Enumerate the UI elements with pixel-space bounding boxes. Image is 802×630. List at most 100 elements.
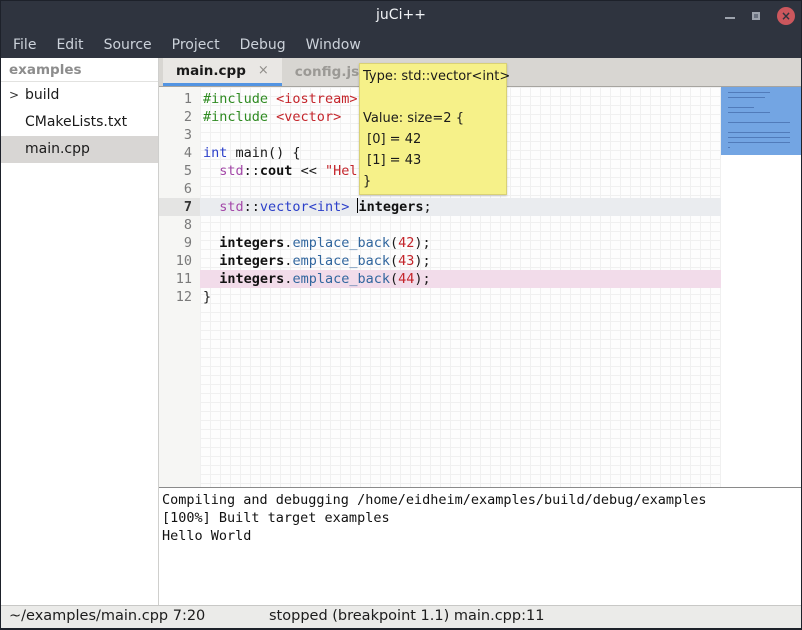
code-token: <<: [292, 163, 325, 179]
line-number[interactable]: 8: [159, 216, 200, 234]
chevron-right-icon[interactable]: >: [9, 82, 19, 109]
status-debug-state: stopped (breakpoint 1.1) main.cpp:11: [269, 608, 544, 624]
tab-main-cpp[interactable]: main.cpp ×: [163, 58, 282, 86]
code-line[interactable]: 11 integers.emplace_back(44);: [159, 270, 721, 288]
code-text: integers.emplace_back(43);: [200, 252, 721, 270]
minimap-code-line: [728, 142, 790, 143]
app-window: juCi++ × FileEditSourceProjectDebugWindo…: [0, 0, 802, 630]
menu-item-project[interactable]: Project: [162, 33, 230, 57]
close-tab-icon[interactable]: ×: [258, 63, 269, 78]
code-line[interactable]: 8: [159, 216, 721, 234]
line-number[interactable]: 2: [159, 108, 200, 126]
menu-item-file[interactable]: File: [3, 33, 46, 57]
sidebar-item-build[interactable]: >build: [1, 82, 158, 109]
code-token: [203, 271, 219, 287]
code-token: integers: [358, 199, 423, 215]
tooltip-line: [363, 87, 503, 108]
file-tree-sidebar: examples >buildCMakeLists.txtmain.cpp: [1, 58, 159, 605]
file-tree: >buildCMakeLists.txtmain.cpp: [1, 82, 158, 163]
code-token: <vector>: [276, 109, 341, 125]
code-token: );: [414, 235, 430, 251]
code-token: int: [203, 145, 227, 161]
code-token: 43: [398, 253, 414, 269]
line-number[interactable]: 12: [159, 288, 200, 306]
line-number[interactable]: 1: [159, 90, 200, 108]
code-line[interactable]: 7 std::vector<int> integers;: [159, 198, 721, 216]
code-token: 42: [398, 235, 414, 251]
code-token: [203, 235, 219, 251]
line-number[interactable]: 5: [159, 162, 200, 180]
code-text: [200, 216, 721, 234]
code-token: vector<int>: [260, 199, 349, 215]
code-token: [203, 163, 219, 179]
tooltip-line: Type: std::vector<int>: [363, 66, 503, 87]
code-token: ;: [424, 199, 432, 215]
code-line[interactable]: 12}: [159, 288, 721, 306]
tooltip-line: [0] = 42: [363, 129, 503, 150]
overview-map-slider[interactable]: [721, 87, 801, 155]
code-token: [268, 91, 276, 107]
sidebar-item-main-cpp[interactable]: main.cpp: [1, 136, 158, 163]
code-token: cout: [260, 163, 293, 179]
code-token: ::: [244, 199, 260, 215]
code-token: emplace_back: [292, 235, 390, 251]
code-token: emplace_back: [292, 271, 390, 287]
restore-icon[interactable]: [752, 12, 760, 20]
code-token: (: [390, 271, 398, 287]
sidebar-item-cmakelists-txt[interactable]: CMakeLists.txt: [1, 109, 158, 136]
overview-map[interactable]: [721, 87, 801, 487]
code-line[interactable]: 9 integers.emplace_back(42);: [159, 234, 721, 252]
line-number[interactable]: 10: [159, 252, 200, 270]
minimap-code-line: [728, 112, 770, 113]
code-token: ::: [244, 163, 260, 179]
minimap-code-line: [728, 107, 754, 108]
code-token: (: [390, 235, 398, 251]
menu-bar: FileEditSourceProjectDebugWindow: [1, 31, 801, 58]
minimap-code-line: [728, 92, 770, 93]
output-line: Hello World: [162, 527, 801, 545]
line-number[interactable]: 7: [159, 198, 200, 216]
debug-value-tooltip: Type: std::vector<int>Value: size=2 { [0…: [359, 63, 507, 195]
code-token: #include: [203, 91, 268, 107]
output-line: [100%] Built target examples: [162, 509, 801, 527]
code-token: [203, 199, 219, 215]
code-token: std: [219, 163, 243, 179]
menu-item-edit[interactable]: Edit: [46, 33, 93, 57]
line-number[interactable]: 11: [159, 270, 200, 288]
menu-item-source[interactable]: Source: [94, 33, 162, 57]
close-icon[interactable]: ×: [777, 7, 795, 25]
code-token: 44: [398, 271, 414, 287]
tooltip-line: [1] = 43: [363, 150, 503, 171]
line-number[interactable]: 6: [159, 180, 200, 198]
code-text: }: [200, 288, 721, 306]
code-token: integers: [219, 271, 284, 287]
tab-label: main.cpp: [176, 63, 246, 79]
code-text: std::vector<int> integers;: [200, 198, 721, 216]
minimap-code-line: [728, 147, 730, 148]
code-token: (: [390, 253, 398, 269]
code-token: main() {: [227, 145, 300, 161]
minimize-icon[interactable]: [725, 17, 735, 19]
code-text: integers.emplace_back(42);: [200, 234, 721, 252]
line-number[interactable]: 4: [159, 144, 200, 162]
code-token: [268, 109, 276, 125]
code-token: );: [414, 271, 430, 287]
tooltip-line: Value: size=2 {: [363, 108, 503, 129]
status-file-position: ~/examples/main.cpp 7:20: [9, 608, 205, 624]
code-token: "Hel: [325, 163, 358, 179]
window-controls: ×: [725, 1, 795, 31]
code-token: [349, 199, 357, 215]
line-number[interactable]: 9: [159, 234, 200, 252]
build-output-panel[interactable]: Compiling and debugging /home/eidheim/ex…: [159, 487, 801, 605]
status-bar: ~/examples/main.cpp 7:20 stopped (breakp…: [1, 605, 801, 628]
code-token: integers: [219, 253, 284, 269]
code-line[interactable]: 10 integers.emplace_back(43);: [159, 252, 721, 270]
menu-item-window[interactable]: Window: [296, 33, 371, 57]
line-number[interactable]: 3: [159, 126, 200, 144]
code-token: integers: [219, 235, 284, 251]
menu-item-debug[interactable]: Debug: [230, 33, 296, 57]
title-bar[interactable]: juCi++ ×: [1, 1, 801, 31]
code-token: );: [414, 253, 430, 269]
code-token: #include: [203, 109, 268, 125]
tooltip-line: }: [363, 171, 503, 192]
